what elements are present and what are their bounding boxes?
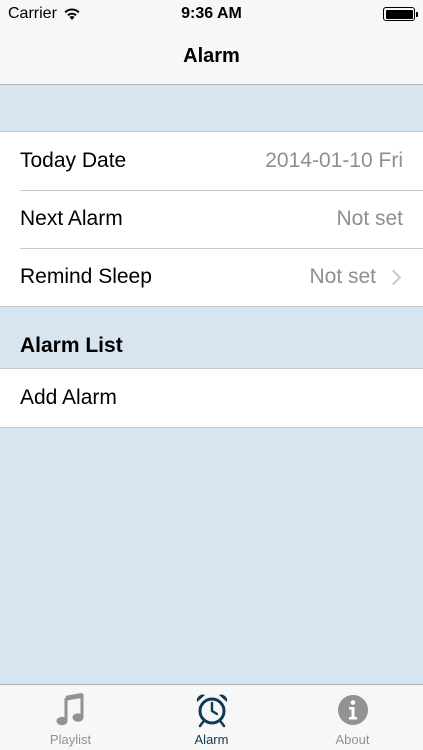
info-table: Today Date 2014-01-10 Fri Next Alarm Not…: [0, 131, 423, 307]
tab-bar: Playlist Alarm About: [0, 684, 423, 750]
battery-icon: [383, 7, 418, 21]
page-title: Alarm: [183, 44, 240, 67]
today-date-row: Today Date 2014-01-10 Fri: [0, 132, 423, 190]
alarm-clock-icon: [196, 694, 227, 728]
tab-alarm[interactable]: Alarm: [141, 685, 282, 750]
today-date-label: Today Date: [20, 149, 127, 172]
next-alarm-value: Not set: [336, 207, 403, 230]
info-icon: [337, 695, 368, 725]
next-alarm-label: Next Alarm: [20, 207, 123, 230]
chevron-right-icon: [385, 269, 402, 285]
carrier-info: Carrier: [8, 5, 81, 23]
tab-playlist[interactable]: Playlist: [0, 685, 141, 750]
tab-about-label: About: [335, 732, 370, 747]
remind-sleep-value: Not set: [309, 265, 376, 288]
navigation-bar: Alarm: [0, 28, 423, 85]
remind-sleep-label: Remind Sleep: [20, 265, 152, 288]
music-note-icon: [56, 692, 83, 726]
next-alarm-row: Next Alarm Not set: [0, 190, 423, 248]
carrier-label: Carrier: [8, 5, 57, 22]
alarm-list-header: Alarm List: [20, 334, 123, 357]
alarm-list-table: Add Alarm: [0, 368, 423, 428]
remind-sleep-row[interactable]: Remind Sleep Not set: [0, 248, 423, 306]
tab-alarm-label: Alarm: [194, 732, 229, 747]
tab-about[interactable]: About: [282, 685, 423, 750]
add-alarm-row[interactable]: Add Alarm: [0, 369, 423, 427]
status-bar: Carrier 9:36 AM: [0, 0, 423, 28]
today-date-value: 2014-01-10 Fri: [265, 149, 403, 172]
tab-playlist-label: Playlist: [49, 732, 92, 747]
add-alarm-label: Add Alarm: [20, 386, 117, 409]
wifi-icon: [64, 8, 80, 20]
